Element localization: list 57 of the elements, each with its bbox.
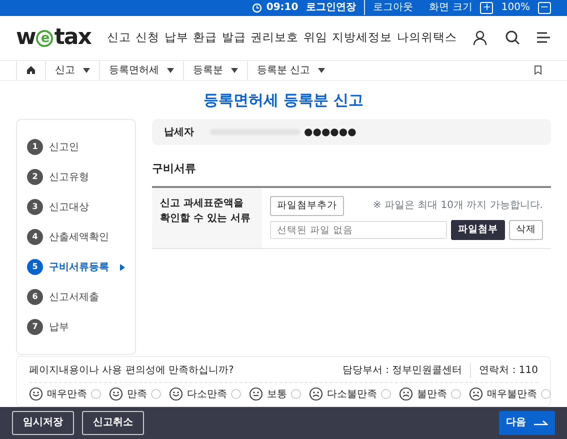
nav-link[interactable]: 지방세정보	[332, 29, 392, 46]
step-label[interactable]: 신고대상	[49, 200, 89, 215]
logout-link[interactable]: 로그아웃	[364, 0, 414, 16]
zoom-in-button[interactable]: +	[480, 2, 494, 14]
rating-label: 매우불만족	[487, 388, 537, 402]
step-number: 7	[27, 319, 43, 336]
footer-button[interactable]: 신고취소	[82, 410, 144, 435]
department-text: 담당부서 : 정부민원콜센터	[342, 364, 462, 378]
rating-label: 만족	[127, 388, 147, 402]
row-header: 신고 과세표준액을 확인할 수 있는 서류	[160, 198, 250, 224]
zoom-level: 100%	[501, 1, 530, 16]
zoom-label: 화면 크기	[428, 1, 472, 16]
step-label[interactable]: 신고인	[49, 140, 79, 155]
page-title: 등록면허세 등록분 신고	[203, 90, 364, 109]
nav-link[interactable]: 위임	[303, 29, 328, 46]
breadcrumb-dropdown[interactable]: 등록면허세	[99, 61, 183, 80]
step-number: 4	[27, 229, 43, 246]
file-limit-note: ※ 파일은 최대 10개 까지 가능합니다.	[372, 199, 543, 214]
nav-link[interactable]: 권리보호	[250, 29, 299, 46]
step-number: 5	[27, 259, 43, 276]
taxpayer-label: 납세자	[164, 126, 194, 140]
step-label[interactable]: 신고유형	[49, 170, 89, 185]
nav-link[interactable]: 신고	[106, 29, 131, 46]
attach-file-button[interactable]: 파일첨부	[451, 220, 505, 240]
extend-login-link[interactable]: 로그인연장	[306, 0, 356, 16]
step-number: 2	[27, 169, 43, 186]
section-heading: 구비서류	[152, 161, 197, 178]
step-label[interactable]: 납부	[49, 320, 69, 335]
rating-label: 불만족	[417, 388, 447, 402]
rating-label: 매우만족	[47, 388, 87, 402]
nav-link[interactable]: 나의위택스	[396, 29, 457, 46]
step-number: 1	[27, 139, 43, 156]
session-time: 09:10	[266, 1, 298, 16]
breadcrumb-dropdown[interactable]: 등록분	[183, 61, 247, 80]
contact-text: 연락처 : 110	[470, 362, 538, 378]
rating-label: 다소만족	[187, 388, 227, 402]
step-number: 3	[27, 199, 43, 216]
nav-link[interactable]: 신청	[136, 29, 160, 46]
file-name-field[interactable]: 선택된 파일 없음	[270, 221, 447, 239]
zoom-out-button[interactable]: −	[538, 2, 551, 14]
delete-button[interactable]: 삭제	[509, 220, 543, 240]
taxpayer-value: ●●●●●●	[304, 126, 356, 140]
step-label[interactable]: 신고서제출	[49, 290, 99, 305]
breadcrumb-dropdown[interactable]: 등록분 신고	[247, 61, 334, 80]
next-button[interactable]: 다음	[499, 410, 555, 435]
step-number: 6	[27, 289, 43, 306]
feedback-question: 페이지내용이나 사용 편의성에 만족하십니까?	[29, 364, 234, 378]
nav-link[interactable]: 발급	[222, 29, 246, 46]
nav-link[interactable]: 환급	[193, 29, 218, 46]
step-label[interactable]: 구비서류등록	[49, 260, 109, 275]
rating-label: 다소불만족	[327, 388, 377, 402]
step-label[interactable]: 산출세액확인	[49, 230, 109, 245]
breadcrumb-dropdown[interactable]: 신고	[45, 61, 99, 80]
nav-link[interactable]: 납부	[164, 29, 188, 46]
rating-label: 보통	[267, 388, 287, 402]
add-file-button[interactable]: 파일첨부추가	[270, 196, 344, 216]
footer-button[interactable]: 임시저장	[12, 410, 74, 435]
